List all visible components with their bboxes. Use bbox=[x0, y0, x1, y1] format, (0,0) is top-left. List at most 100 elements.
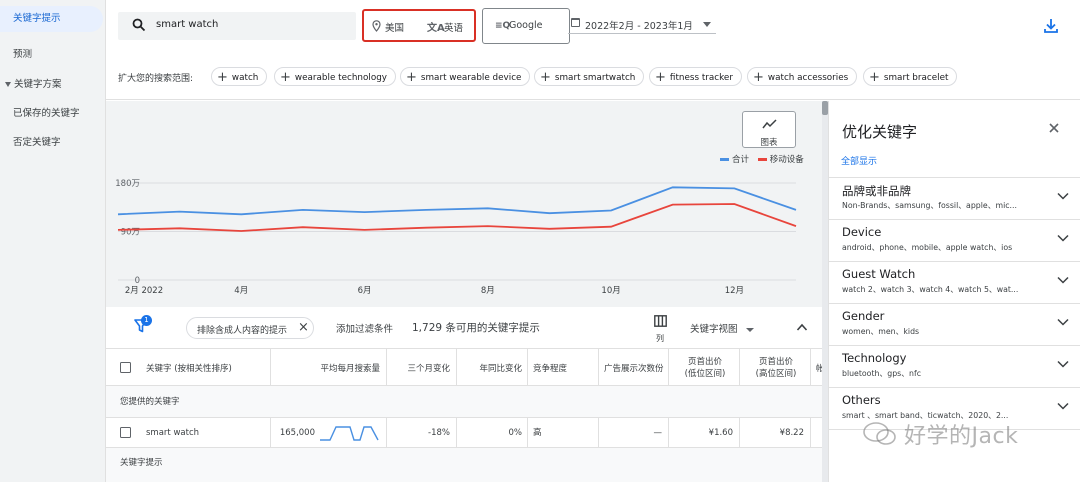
cell-impression-share: — bbox=[653, 428, 663, 438]
col-header-impression-share[interactable]: 广告展示次数份 bbox=[604, 349, 664, 386]
column-divider bbox=[668, 418, 669, 448]
plus-icon: + bbox=[869, 70, 880, 85]
suggestion-chip[interactable]: + watch accessories bbox=[747, 67, 858, 86]
top-bar: smart watch 美国 文A 英语 ≡Q Google 2022年2月 -… bbox=[106, 0, 1080, 100]
plus-icon: + bbox=[406, 70, 417, 85]
column-divider bbox=[810, 349, 811, 386]
dropdown-arrow-icon bbox=[745, 327, 754, 332]
caret-down-icon bbox=[5, 82, 11, 87]
facet-device[interactable]: Device android、phone、mobile、apple watch、… bbox=[829, 219, 1080, 261]
column-divider bbox=[668, 349, 669, 386]
facet-guest-watch[interactable]: Guest Watch watch 2、watch 3、watch 4、watc… bbox=[829, 261, 1080, 303]
date-range-value: 2022年2月 - 2023年1月 bbox=[585, 21, 693, 32]
chart-type-button[interactable]: 图表 bbox=[742, 111, 796, 148]
chevron-down-icon[interactable] bbox=[1057, 360, 1069, 368]
x-tick-label: 2月 2022 bbox=[125, 286, 163, 296]
suggestion-chip[interactable]: + smart smartwatch bbox=[534, 67, 645, 86]
col-header-yoy-change[interactable]: 年同比变化 bbox=[456, 349, 522, 386]
cell-keyword: smart watch bbox=[146, 428, 200, 438]
show-all-link[interactable]: 全部显示 bbox=[841, 154, 877, 167]
columns-button[interactable]: 列 bbox=[652, 315, 670, 345]
column-divider bbox=[456, 418, 457, 448]
row-checkbox[interactable] bbox=[120, 427, 131, 438]
chevron-down-icon[interactable] bbox=[1057, 234, 1069, 242]
sidebar-item-keyword-ideas[interactable]: 关键字提示 bbox=[0, 6, 103, 32]
chip-label: watch bbox=[231, 73, 259, 83]
group-label: 关键字提示 bbox=[120, 458, 163, 468]
column-divider bbox=[270, 349, 271, 386]
columns-icon bbox=[654, 315, 667, 327]
suggestion-chip[interactable]: + fitness tracker bbox=[649, 67, 742, 86]
language-value: 英语 bbox=[444, 23, 464, 34]
col-header-keyword[interactable]: 关键字 (按相关性排序) bbox=[146, 349, 270, 386]
col-header-bid-low[interactable]: 页首出价 (低位区间) bbox=[671, 349, 739, 386]
keyword-view-dropdown[interactable]: 关键字视图 bbox=[690, 321, 754, 335]
sidebar-item-negative-keywords[interactable]: 否定关键字 bbox=[0, 130, 106, 156]
facet-brand[interactable]: 品牌或非品牌 Non-Brands、samsung、fossil、apple、m… bbox=[829, 177, 1080, 219]
sidebar-item-saved-keywords[interactable]: 已保存的关键字 bbox=[0, 101, 106, 127]
chevron-up-icon[interactable] bbox=[796, 322, 808, 332]
col-header-competition[interactable]: 竞争程度 bbox=[533, 349, 597, 386]
chevron-down-icon[interactable] bbox=[1057, 192, 1069, 200]
facet-name: Others bbox=[842, 393, 881, 407]
view-label: 关键字视图 bbox=[690, 324, 738, 335]
chip-label: 排除含成人内容的提示 bbox=[197, 326, 288, 336]
close-icon[interactable] bbox=[1047, 121, 1061, 135]
plus-icon: + bbox=[753, 70, 764, 85]
col-header-truncated[interactable]: 帐 bbox=[816, 349, 822, 386]
sidebar-item-keyword-plans[interactable]: 关键字方案 bbox=[0, 72, 106, 98]
add-filter-button[interactable]: 添加过滤条件 bbox=[336, 321, 393, 335]
cell-bid-high: ¥8.22 bbox=[779, 428, 804, 438]
cell-competition: 高 bbox=[533, 428, 542, 438]
column-divider bbox=[386, 349, 387, 386]
chevron-down-icon[interactable] bbox=[1057, 318, 1069, 326]
facet-values: Non-Brands、samsung、fossil、apple、mic... bbox=[842, 201, 1017, 210]
facet-name: Device bbox=[842, 225, 882, 239]
filter-bar: 1 排除含成人内容的提示 × 添加过滤条件 1,729 条可用的关键字提示 列 … bbox=[106, 307, 822, 349]
filter-count-badge: 1 bbox=[141, 315, 152, 326]
column-divider bbox=[598, 418, 599, 448]
chart-legend: 合计 移动设备 bbox=[714, 153, 804, 165]
close-icon[interactable]: × bbox=[298, 320, 309, 335]
plus-icon: + bbox=[217, 70, 228, 85]
suggestion-chip[interactable]: + wearable technology bbox=[274, 67, 396, 86]
col-header-bid-high[interactable]: 页首出价 (高位区间) bbox=[742, 349, 810, 386]
columns-label: 列 bbox=[656, 334, 664, 343]
column-divider bbox=[739, 349, 740, 386]
sidebar-item-label: 预测 bbox=[13, 49, 33, 60]
table-row[interactable]: smart watch 165,000 -18% 0% 高 — ¥1.60 ¥8… bbox=[106, 418, 822, 448]
x-tick-label: 4月 bbox=[234, 286, 248, 296]
date-range-selector[interactable]: 2022年2月 - 2023年1月 bbox=[568, 10, 716, 34]
location-language-selector[interactable]: 美国 文A 英语 bbox=[362, 9, 476, 42]
suggestion-chip[interactable]: + smart bracelet bbox=[863, 67, 958, 86]
chevron-down-icon bbox=[703, 22, 711, 27]
sidebar: 关键字提示 预测 关键字方案 已保存的关键字 否定关键字 bbox=[0, 0, 106, 482]
chevron-down-icon[interactable] bbox=[1057, 402, 1069, 410]
download-icon[interactable] bbox=[1041, 16, 1061, 36]
sidebar-item-forecast[interactable]: 预测 bbox=[0, 42, 106, 68]
facet-gender[interactable]: Gender women、men、kids bbox=[829, 303, 1080, 345]
chip-label: smart bracelet bbox=[883, 73, 949, 83]
column-divider bbox=[527, 418, 528, 448]
plus-icon: + bbox=[280, 70, 291, 85]
suggestion-chip[interactable]: + watch bbox=[211, 67, 268, 86]
col-header-three-month-change[interactable]: 三个月变化 bbox=[386, 349, 450, 386]
col-header-avg-searches[interactable]: 平均每月搜索量 bbox=[271, 349, 380, 386]
exclude-adult-filter-chip[interactable]: 排除含成人内容的提示 × bbox=[186, 317, 314, 339]
chart-canvas: 180万90万02月 2022 4月 6月 8月 10月 12月 bbox=[115, 179, 797, 296]
chip-label: watch accessories bbox=[767, 73, 849, 83]
search-input[interactable]: smart watch bbox=[118, 12, 356, 40]
search-network-selector[interactable]: ≡Q Google bbox=[482, 8, 570, 44]
suggestion-chip[interactable]: + smart wearable device bbox=[400, 67, 531, 86]
y-tick-label: 0 bbox=[135, 276, 140, 286]
chevron-down-icon[interactable] bbox=[1057, 276, 1069, 284]
expand-search-label: 扩大您的搜索范围: bbox=[118, 74, 194, 84]
select-all-checkbox[interactable] bbox=[120, 362, 131, 373]
search-volume-chart: 180万 90万 0 2月 2022 4月 6月 8月 10月 12月 图表 合计 移动设备 bbox=[106, 101, 828, 307]
facet-values: women、men、kids bbox=[842, 327, 920, 336]
legend-swatch-total bbox=[720, 158, 729, 161]
search-icon bbox=[132, 18, 146, 32]
x-tick-label: 12月 bbox=[725, 286, 744, 296]
facet-values: watch 2、watch 3、watch 4、watch 5、wat... bbox=[842, 285, 1019, 294]
facet-technology[interactable]: Technology bluetooth、gps、nfc bbox=[829, 345, 1080, 387]
